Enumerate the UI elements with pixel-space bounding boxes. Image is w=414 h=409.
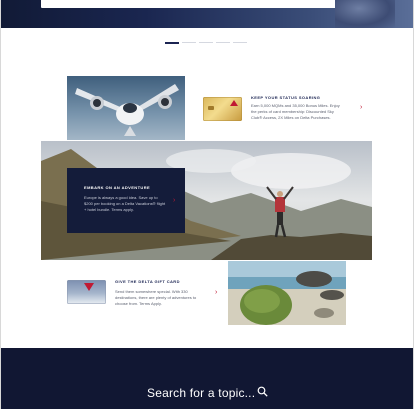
chevron-right-icon[interactable]: › bbox=[173, 197, 175, 204]
status-promo-body: Earn 5,000 MQMs and 35,000 Bonus Miles. … bbox=[251, 103, 340, 120]
carousel-dot[interactable] bbox=[233, 42, 247, 43]
chevron-right-icon[interactable]: › bbox=[360, 104, 362, 111]
carousel-pagination bbox=[165, 42, 247, 44]
search-icon[interactable] bbox=[257, 386, 268, 397]
beach-image bbox=[228, 261, 346, 325]
hero-image bbox=[335, 0, 395, 28]
carousel-dot[interactable] bbox=[216, 42, 230, 43]
carousel-dot[interactable] bbox=[182, 42, 196, 43]
carousel-dot[interactable] bbox=[165, 42, 179, 44]
card-chip bbox=[208, 106, 214, 110]
carousel-dot[interactable] bbox=[199, 42, 213, 43]
hero-content-card bbox=[41, 0, 372, 8]
delta-logo-icon bbox=[84, 283, 94, 291]
gift-promo-title: GIVE THE DELTA GIFT CARD bbox=[115, 279, 180, 284]
airplane-image bbox=[67, 76, 185, 140]
credit-card-image bbox=[203, 97, 242, 121]
delta-logo-icon bbox=[230, 100, 238, 106]
search-topic-label[interactable]: Search for a topic... bbox=[147, 386, 255, 400]
chevron-right-icon[interactable]: › bbox=[215, 289, 217, 296]
page-frame-left bbox=[0, 0, 1, 409]
hero-banner[interactable] bbox=[1, 0, 413, 28]
gift-promo-body: Send them somewhere special. With 330 de… bbox=[115, 289, 197, 306]
adventure-promo-title: EMBARK ON AN ADVENTURE bbox=[84, 185, 151, 190]
adventure-promo-body: Europe is always a good idea. Save up to… bbox=[84, 195, 166, 212]
status-promo-title: KEEP YOUR STATUS SOARING bbox=[251, 95, 321, 100]
gift-card-image bbox=[67, 280, 106, 304]
